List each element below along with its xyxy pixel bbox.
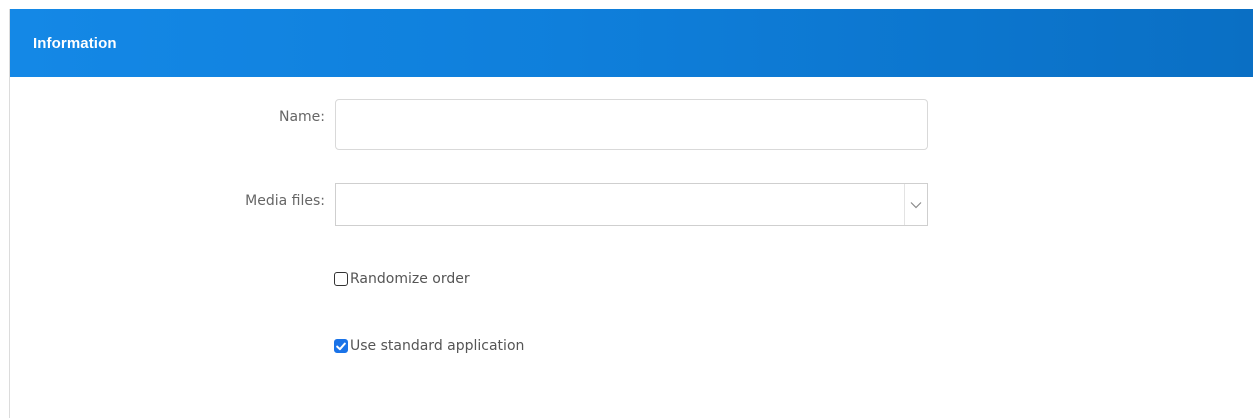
select-toggle[interactable] xyxy=(904,184,927,225)
randomize-order-checkbox[interactable] xyxy=(334,272,348,286)
media-files-label: Media files: xyxy=(245,193,325,209)
media-files-select[interactable] xyxy=(335,183,928,226)
panel-title: Information xyxy=(33,34,117,52)
checkmark-icon xyxy=(336,342,346,350)
name-label: Name: xyxy=(278,109,325,125)
use-standard-application-label: Use standard application xyxy=(350,338,525,354)
chevron-down-icon xyxy=(910,201,922,208)
randomize-order-option[interactable]: Randomize order xyxy=(334,271,470,287)
use-standard-application-option[interactable]: Use standard application xyxy=(334,338,524,354)
name-input[interactable] xyxy=(335,99,928,150)
randomize-order-label: Randomize order xyxy=(350,271,470,287)
panel-header: Information xyxy=(10,9,1253,77)
use-standard-application-checkbox[interactable] xyxy=(334,339,348,353)
